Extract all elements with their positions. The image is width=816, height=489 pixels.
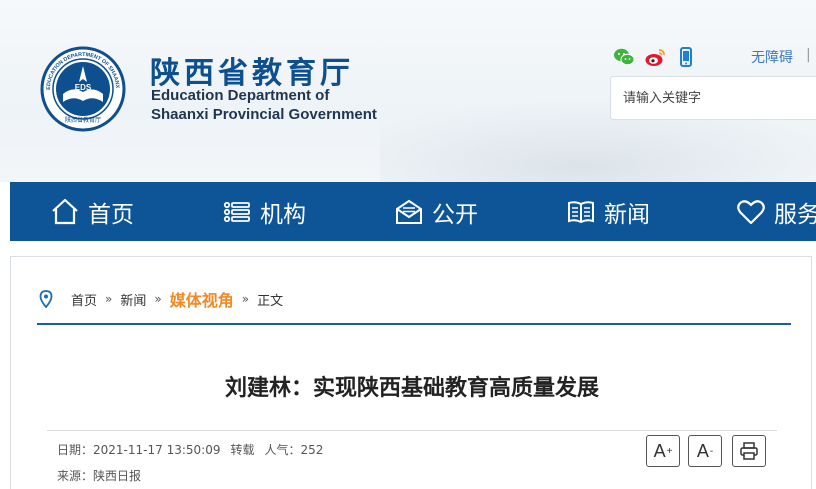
breadcrumb-separator: » xyxy=(105,292,113,306)
site-name-cn[interactable]: 陕西省教育厅 xyxy=(150,48,354,92)
font-smaller-button[interactable]: A- xyxy=(688,435,722,467)
breadcrumb-separator: » xyxy=(154,292,162,306)
seal-bottom-text: 陕西省教育厅 xyxy=(65,116,101,124)
mail-icon xyxy=(396,199,422,224)
date-label: 日期： xyxy=(57,443,94,457)
book-icon xyxy=(568,200,594,223)
search-input[interactable] xyxy=(611,77,811,119)
repost-tag: 转载 xyxy=(230,443,255,457)
site-name-en-line1: Education Department of xyxy=(151,87,330,104)
mobile-icon[interactable] xyxy=(675,46,697,68)
social-icons xyxy=(613,46,697,68)
article-panel: 首页 » 新闻 » 媒体视角 » 正文 刘建林：实现陕西基础教育高质量发展 日期… xyxy=(10,256,812,489)
meta-divider xyxy=(47,430,777,431)
nav-item-home[interactable]: 首页 xyxy=(50,182,134,241)
weibo-icon[interactable] xyxy=(644,46,666,68)
views-value: 252 xyxy=(300,443,324,457)
printer-icon xyxy=(740,442,758,460)
source-value: 陕西日报 xyxy=(93,469,142,483)
font-smaller-label: A xyxy=(696,440,709,461)
wechat-icon[interactable] xyxy=(613,46,635,68)
search-box[interactable] xyxy=(610,76,816,120)
breadcrumb-category[interactable]: 媒体视角 xyxy=(170,287,234,311)
nav-item-organization[interactable]: 机构 xyxy=(222,182,306,241)
print-button[interactable] xyxy=(732,435,766,467)
font-larger-label: A xyxy=(653,440,666,461)
accessibility-link[interactable]: 无障碍 xyxy=(751,47,793,67)
breadcrumb-news[interactable]: 新闻 xyxy=(120,290,146,309)
article-source-row: 来源：陕西日报 xyxy=(57,467,141,484)
breadcrumb-current: 正文 xyxy=(257,293,284,309)
source-label: 来源： xyxy=(57,469,94,483)
nav-item-public[interactable]: 公开 xyxy=(394,182,478,241)
site-name-en-line2: Shaanxi Provincial Government xyxy=(151,106,377,123)
list-icon xyxy=(223,201,250,222)
nav-label-news: 新闻 xyxy=(604,201,650,228)
breadcrumb: 首页 » 新闻 » 媒体视角 » 正文 xyxy=(39,287,283,311)
font-larger-button[interactable]: A + xyxy=(646,435,680,467)
breadcrumb-home[interactable]: 首页 xyxy=(71,290,97,309)
location-pin-icon xyxy=(39,290,53,308)
font-larger-mark: + xyxy=(666,445,673,457)
article-title: 刘建林：实现陕西基础教育高质量发展 xyxy=(224,376,599,401)
breadcrumb-separator: » xyxy=(241,292,250,306)
heart-icon xyxy=(737,199,765,224)
nav-item-news[interactable]: 新闻 xyxy=(566,182,650,241)
breadcrumb-divider xyxy=(37,323,791,325)
nav-label-public: 公开 xyxy=(432,201,478,228)
seal-center-text: EDS xyxy=(75,83,92,92)
article-meta-row: 日期：2021-11-17 13:50:09 转载 人气：252 xyxy=(57,441,323,458)
nav-label-home: 首页 xyxy=(88,201,134,228)
site-header: EDS 陕西省教育厅 EDUCATION DEPARTMENT OF SHAAN… xyxy=(0,0,816,182)
views-label: 人气： xyxy=(264,443,301,457)
header-link-separator: | xyxy=(806,47,811,63)
logo-seal-icon[interactable]: EDS 陕西省教育厅 EDUCATION DEPARTMENT OF SHAAN… xyxy=(40,46,126,132)
nav-item-service[interactable]: 服务 xyxy=(736,182,816,241)
main-nav: 首页 机构 公开 新闻 服务 xyxy=(10,182,816,241)
nav-label-organization: 机构 xyxy=(260,201,306,228)
font-smaller-mark: - xyxy=(709,445,714,457)
home-icon xyxy=(52,198,78,224)
nav-label-service: 服务 xyxy=(774,201,816,228)
date-value: 2021-11-17 13:50:09 xyxy=(93,443,221,457)
